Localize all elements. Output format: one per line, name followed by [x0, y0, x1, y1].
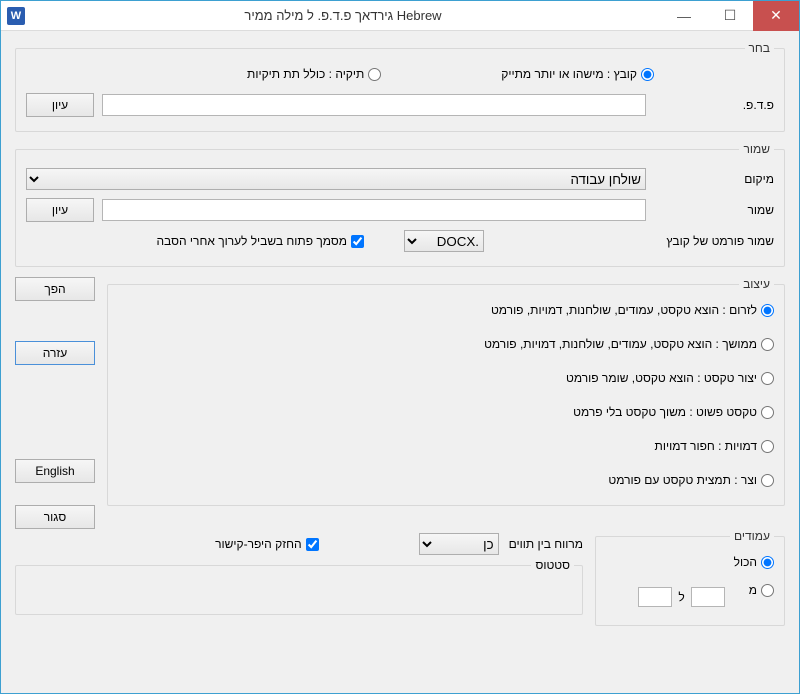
window-title: גירדאך פ.ד.פ. ל מילה ממיר Hebrew [25, 8, 661, 23]
spacing-label: מרווח בין תווים [509, 537, 583, 551]
hyperlink-checkbox[interactable]: החזק היפר-קישור [215, 537, 318, 551]
layout-option-0[interactable]: לזרום : הוצא טקסט, עמודים, שולחנות, דמוי… [118, 303, 774, 317]
layout-option-2[interactable]: יצור טקסט : הוצא טקסט, שומר פורמט [118, 371, 774, 385]
pdf-label: פ.ד.פ. [654, 98, 774, 112]
location-label: מיקום [654, 172, 774, 186]
layout-group: עיצוב לזרום : הוצא טקסט, עמודים, שולחנות… [107, 277, 785, 506]
maximize-button[interactable]: ☐ [707, 1, 753, 31]
convert-button[interactable]: הפך [15, 277, 95, 301]
save-as-label: שמור [654, 203, 774, 217]
status-legend: סטטוס [531, 558, 574, 572]
browse-save-button[interactable]: עיון [26, 198, 94, 222]
minimize-button[interactable]: — [661, 1, 707, 31]
hyperlink-label: החזק היפר-קישור [215, 537, 301, 551]
format-select[interactable]: .DOCX [404, 230, 484, 252]
page-to-input[interactable] [638, 587, 672, 607]
mode-folder-radio[interactable]: תיקיה : כולל תת תיקיות [247, 67, 381, 81]
browse-pdf-button[interactable]: עיון [26, 93, 94, 117]
save-legend: שמור [739, 142, 774, 156]
status-group: סטטוס [15, 565, 583, 615]
layout-option-5[interactable]: וצר : תמצית טקסט עם פורמט [118, 473, 774, 487]
pages-group: עמודים הכול מ ל [595, 529, 785, 626]
titlebar: W גירדאך פ.ד.פ. ל מילה ממיר Hebrew — ☐ ✕ [1, 1, 799, 31]
format-label: שמור פורמט של קובץ [654, 234, 774, 248]
select-group: בחר קובץ : מישהו או יותר מתייק תיקיה : כ… [15, 41, 785, 132]
app-window: W גירדאך פ.ד.פ. ל מילה ממיר Hebrew — ☐ ✕… [0, 0, 800, 694]
mode-folder-label: תיקיה : כולל תת תיקיות [247, 67, 364, 81]
save-group: שמור מיקום שולחן עבודה שמור עיון שמור פו… [15, 142, 785, 267]
close-button[interactable]: ✕ [753, 1, 799, 31]
open-after-label: מסמך פתוח בשביל לערוך אחרי הסבה [156, 234, 347, 248]
app-icon: W [7, 7, 25, 25]
spacing-select[interactable]: כן [419, 533, 499, 555]
layout-option-3[interactable]: טקסט פשוט : משוך טקסט בלי פרמט [118, 405, 774, 419]
layout-option-1[interactable]: ממושך : הוצא טקסט, עמודים, שולחנות, דמוי… [118, 337, 774, 351]
help-button[interactable]: עזרה [15, 341, 95, 365]
layout-option-4[interactable]: דמויות : חפור דמויות [118, 439, 774, 453]
select-legend: בחר [745, 41, 775, 55]
open-after-checkbox[interactable]: מסמך פתוח בשביל לערוך אחרי הסבה [156, 234, 364, 248]
layout-legend: עיצוב [739, 277, 774, 291]
pdf-path-input[interactable] [102, 94, 646, 116]
pages-range-radio[interactable]: מ [749, 583, 774, 597]
pages-legend: עמודים [730, 529, 774, 543]
location-select[interactable]: שולחן עבודה [26, 168, 646, 190]
close-app-button[interactable]: סגור [15, 505, 95, 529]
english-button[interactable]: English [15, 459, 95, 483]
mode-file-radio[interactable]: קובץ : מישהו או יותר מתייק [501, 67, 654, 81]
mode-file-label: קובץ : מישהו או יותר מתייק [501, 67, 637, 81]
save-path-input[interactable] [102, 199, 646, 221]
pages-all-radio[interactable]: הכול [606, 555, 774, 569]
page-from-input[interactable] [691, 587, 725, 607]
page-to-label: ל [678, 590, 684, 604]
